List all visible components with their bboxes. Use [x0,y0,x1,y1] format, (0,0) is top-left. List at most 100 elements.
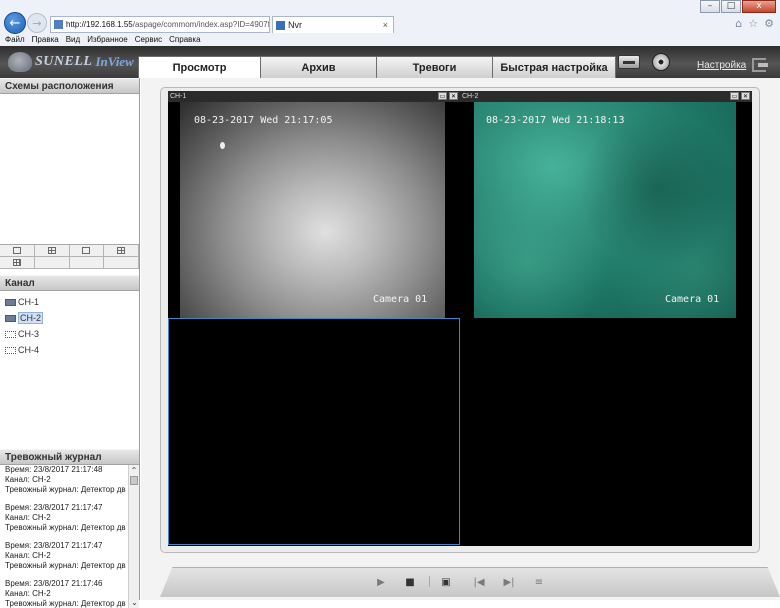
layout-3x3-button[interactable] [104,245,139,257]
menu-edit[interactable]: Правка [32,35,59,46]
tab-quick-setup[interactable]: Быстрая настройка [492,56,616,78]
alarm-entry: Время: 23/8/2017 21:17:47 Канал: CH-2 Тр… [0,541,139,571]
layout-1x1-icon [13,247,21,254]
alarm-time: Время: 23/8/2017 21:17:46 [5,579,139,589]
menu-view[interactable]: Вид [66,35,80,46]
alarm-channel: Канал: CH-2 [5,551,139,561]
layouts-area [0,94,139,244]
channel-item-ch2[interactable]: CH-2 [5,310,139,326]
sunell-logo-icon [8,52,32,72]
layout-1plus5-button[interactable] [70,245,105,257]
arrow-left-icon: ← [10,16,21,31]
channel-label: CH-2 [18,312,43,324]
menu-help[interactable]: Справка [169,35,200,46]
alarm-log-scrollbar[interactable]: ⌃ ⌄ [128,465,139,608]
layout-2x2-button[interactable] [35,245,70,257]
alarm-log-title: Тревожный журнал [0,449,139,465]
osd-timestamp: 08-23-2017 Wed 21:17:05 [194,115,332,126]
arrow-right-icon: → [32,17,41,30]
hdd-icon[interactable] [618,55,640,69]
window-controls: – □ x [700,0,776,13]
layout-2x2-icon [48,247,56,254]
page-favicon-icon [54,20,63,29]
video-header: CH-2 ▭✕ [460,91,752,102]
alarm-text: Тревожный журнал: Детектор дв [5,561,139,571]
app-logo: SUNELL InView [8,52,134,72]
alarm-text: Тревожный журнал: Детектор дв [5,599,139,608]
layout-1x1-button[interactable] [0,245,35,257]
next-icon[interactable]: ▶| [502,575,516,589]
menu-file[interactable]: Файл [5,35,25,46]
camera-offline-icon [5,347,16,354]
menu-tools[interactable]: Сервис [135,35,162,46]
home-icon[interactable]: ⌂ [735,17,742,30]
tab-live-view[interactable]: Просмотр [138,56,261,79]
layout-4x4-button[interactable] [0,257,35,269]
tab-title: Nvr [288,20,302,30]
forward-button[interactable]: → [27,13,47,33]
settings-link[interactable]: Настройка [697,60,746,71]
alarm-channel: Канал: CH-2 [5,475,139,485]
layout-empty-cell [70,257,105,269]
menu-icon[interactable]: ≡ [532,575,546,589]
save-icon[interactable]: ▣ [439,575,453,589]
previous-icon[interactable]: |◀ [472,575,486,589]
scroll-thumb[interactable] [130,476,138,485]
video-cell-4[interactable] [460,318,752,545]
maximize-button[interactable]: □ [721,0,741,13]
channel-item-ch4[interactable]: CH-4 [5,342,139,358]
stop-icon[interactable]: ■ [403,575,417,589]
star-icon[interactable]: ☆ [748,17,758,30]
video-close-icon[interactable]: ✕ [449,92,458,100]
channel-item-ch1[interactable]: CH-1 [5,294,139,310]
url-path: /aspage/commom/index.asp?ID=4907f [133,20,270,29]
alarm-entry: Время: 23/8/2017 21:17:48 Канал: CH-2 Тр… [0,465,139,495]
scroll-up-icon[interactable]: ⌃ [129,465,139,476]
video-close-icon[interactable]: ✕ [741,92,750,100]
video-cell-3-selected[interactable] [168,318,460,545]
video-channel-label: CH-2 [462,93,478,100]
camera-feed-image: 08-23-2017 Wed 21:18:13 Camera 01 [474,102,736,318]
browser-tab[interactable]: Nvr × [272,16,394,33]
video-window-icon[interactable]: ▭ [438,92,447,100]
channel-item-ch3[interactable]: CH-3 [5,326,139,342]
camera-icon [5,315,16,322]
url-host: http://192.168.1.55 [66,20,133,29]
address-bar[interactable]: http://192.168.1.55 /aspage/commom/index… [50,16,270,33]
video-cell-ch2[interactable]: CH-2 ▭✕ 08-23-2017 Wed 21:18:13 Camera 0… [460,91,752,318]
left-panel: Схемы расположения Канал CH-1 CH-2 CH-3 … [0,78,140,600]
alarm-channel: Канал: CH-2 [5,513,139,523]
video-channel-label: CH-1 [170,93,186,100]
scroll-down-icon[interactable]: ⌄ [129,597,139,608]
tab-archive[interactable]: Архив [260,56,377,78]
app-header: SUNELL InView Просмотр Архив Тревоги Быс… [0,46,780,78]
tab-alarms[interactable]: Тревоги [376,56,493,78]
logo-brand: SUNELL [35,54,92,70]
menu-favorites[interactable]: Избранное [87,35,128,46]
camera-offline-icon [5,331,16,338]
layout-empty-cell [35,257,70,269]
logout-icon[interactable] [752,58,766,72]
alarm-text: Тревожный журнал: Детектор дв [5,523,139,533]
browser-toolbar-icons: ⌂ ☆ ⚙ [735,17,774,30]
video-header: CH-1 ▭✕ [168,91,460,102]
back-button[interactable]: ← [4,12,26,34]
browser-chrome: – □ x ← → http://192.168.1.55 /aspage/co… [0,0,780,46]
tab-close-button[interactable]: × [383,20,393,30]
close-window-button[interactable]: x [742,0,776,13]
video-window-icon[interactable]: ▭ [730,92,739,100]
disk-icon[interactable] [652,53,670,71]
tab-favicon-icon [276,21,285,30]
minimize-button[interactable]: – [700,0,720,13]
main-tabs: Просмотр Архив Тревоги Быстрая настройка [138,56,615,79]
layout-empty-cell [104,257,139,269]
video-cell-ch1[interactable]: CH-1 ▭✕ 08-23-2017 Wed 21:17:05 Camera 0… [168,91,460,318]
toolbar-divider [429,576,430,587]
channel-label: CH-4 [18,345,39,355]
osd-timestamp: 08-23-2017 Wed 21:18:13 [486,115,624,126]
gear-icon[interactable]: ⚙ [764,17,774,30]
alarm-time: Время: 23/8/2017 21:17:48 [5,465,139,475]
osd-camera-name: Camera 01 [665,294,719,305]
channel-title: Канал [0,275,139,291]
play-icon[interactable]: ▶ [374,575,388,589]
